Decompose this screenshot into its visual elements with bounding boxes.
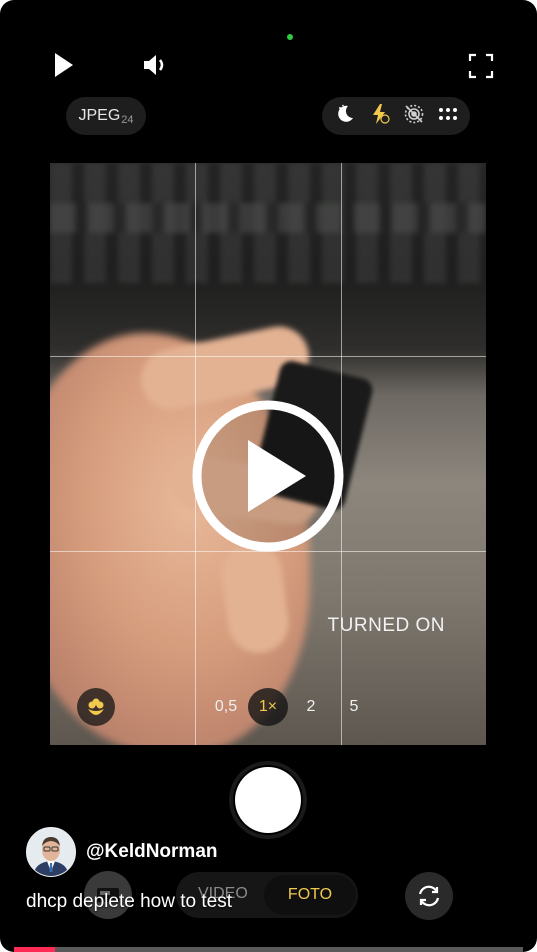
format-sub: 24 (121, 114, 134, 126)
volume-icon[interactable] (140, 52, 170, 78)
play-icon[interactable] (50, 52, 76, 78)
flip-camera-icon[interactable] (405, 872, 453, 920)
zoom-option[interactable]: 0,5 (210, 688, 242, 726)
photo-mode-tab[interactable]: FOTO (264, 875, 356, 915)
camera-indicator-dot (287, 34, 293, 40)
zoom-option[interactable]: 5 (343, 688, 365, 726)
image-format-button[interactable]: JPEG 24 (66, 97, 146, 135)
zoom-option[interactable]: 2 (300, 688, 322, 726)
play-overlay-icon[interactable] (190, 398, 346, 554)
keyboard-keys (50, 203, 486, 233)
macro-flower-icon[interactable] (77, 688, 115, 726)
overlay-caption: TURNED ON (327, 615, 445, 636)
video-player[interactable]: JPEG 24 TURNED ON 0,5 1× 2 5 VIDEO FOTO … (0, 0, 537, 952)
username-link[interactable]: @KeldNorman (86, 841, 218, 863)
video-caption: dhcp deplete how to test (26, 891, 232, 912)
zoom-option-active[interactable]: 1× (248, 688, 288, 726)
shutter-inner (235, 767, 301, 833)
progress-bar[interactable] (14, 947, 523, 952)
night-mode-icon[interactable] (334, 103, 356, 130)
fullscreen-icon[interactable] (467, 52, 495, 80)
live-off-icon[interactable] (403, 103, 425, 130)
flash-auto-icon[interactable] (369, 103, 391, 130)
shutter-button[interactable] (229, 761, 307, 839)
grid-line (50, 356, 486, 357)
format-label: JPEG (78, 107, 121, 124)
camera-mode-bar (322, 97, 470, 135)
more-grid-icon[interactable] (438, 107, 458, 126)
avatar[interactable] (26, 827, 76, 877)
progress-bar-fill (14, 947, 55, 952)
